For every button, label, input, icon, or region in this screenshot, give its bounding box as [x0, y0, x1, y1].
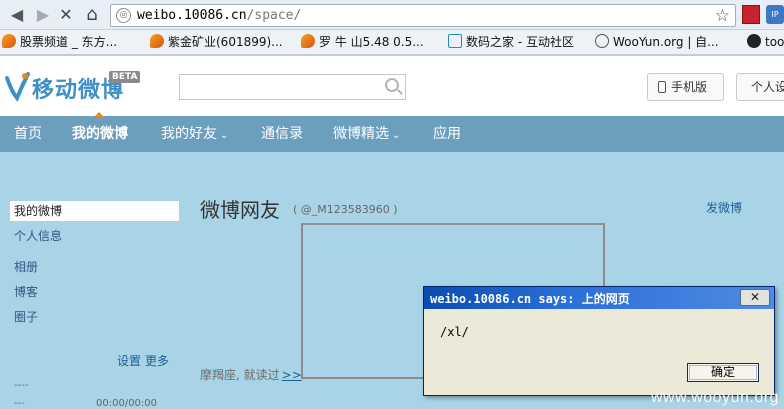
mobile-version-button[interactable]: 手机版: [647, 73, 724, 101]
ok-button[interactable]: 确定: [687, 363, 759, 382]
alert-dialog: weibo.10086.cn says: 上的网页 ✕ /xl/ 确定: [423, 286, 775, 396]
home-bookmark-icon: [448, 34, 462, 48]
sidebar-item-profile[interactable]: 个人信息: [14, 226, 62, 246]
active-nav-indicator: [94, 112, 104, 117]
bookmark-label: 罗 牛 山5.48 0.5...: [319, 35, 424, 49]
flame-icon: [2, 34, 16, 48]
extension-ip-icon[interactable]: IP: [766, 5, 784, 24]
flame-icon: [301, 34, 315, 48]
url-path: /space/: [246, 8, 302, 23]
profile-summary-text: 摩羯座, 就读过: [200, 368, 280, 382]
bookmark-item[interactable]: 罗 牛 山5.48 0.5...: [301, 33, 424, 51]
sidebar-item-circle[interactable]: 圈子: [14, 307, 38, 327]
phone-icon: [658, 81, 666, 93]
bookmark-star-icon[interactable]: ☆: [715, 6, 730, 26]
search-input[interactable]: [179, 74, 406, 100]
address-bar[interactable]: ◎ weibo.10086.cn/space/ ☆: [110, 4, 736, 27]
radiation-icon: [747, 34, 761, 48]
bookmark-item[interactable]: 股票频道 _ 东方...: [2, 33, 117, 51]
sidebar-divider-text: ----: [14, 380, 29, 391]
bookmark-label: WooYun.org | 自...: [613, 35, 719, 49]
nav-contacts[interactable]: 通信录: [261, 116, 303, 152]
sidebar-item-blog[interactable]: 博客: [14, 282, 38, 302]
bookmark-item[interactable]: 紫金矿业(601899)...: [150, 33, 283, 51]
user-nickname: ( @_M123583960 ): [293, 203, 398, 216]
media-time: 00:00/00:00: [96, 398, 158, 409]
main-nav: 首页 我的微博 我的好友 ⌄ 通信录 微博精选 ⌄ 应用: [0, 116, 784, 152]
nav-my-friends[interactable]: 我的好友 ⌄: [161, 116, 228, 152]
dialog-message: /xl/: [440, 325, 469, 339]
url-host: weibo.10086.cn: [137, 8, 247, 23]
nav-my-friends-label: 我的好友: [161, 126, 217, 142]
watermark: www.wooyun.org: [651, 389, 779, 406]
page-globe-icon: ◎: [116, 8, 131, 23]
close-icon[interactable]: ✕: [740, 289, 770, 306]
bookmark-item[interactable]: 数码之家 - 互动社区: [448, 33, 574, 51]
bookmark-label: 紫金矿业(601899)...: [168, 35, 283, 49]
mobile-version-label: 手机版: [671, 80, 708, 94]
nav-featured-label: 微博精选: [333, 126, 389, 142]
nav-featured[interactable]: 微博精选 ⌄: [333, 116, 400, 152]
page-title: 微博网友: [200, 198, 280, 222]
nav-apps[interactable]: 应用: [433, 116, 461, 152]
bookmarks-bar: 股票频道 _ 东方... 紫金矿业(601899)... 罗 牛 山5.48 0…: [0, 30, 784, 55]
nav-my-weibo[interactable]: 我的微博: [72, 116, 128, 152]
stop-icon[interactable]: ✕: [55, 4, 77, 26]
sidebar-divider-text: ---: [14, 398, 25, 409]
back-arrow-icon[interactable]: ◀: [6, 4, 28, 26]
post-weibo-link[interactable]: 发微博: [706, 199, 742, 216]
browser-toolbar: ◀ ▶ ✕ ⌂ ◎ weibo.10086.cn/space/ ☆ IP: [0, 0, 784, 30]
nav-home[interactable]: 首页: [14, 116, 42, 152]
bookmark-label: too: [765, 35, 784, 49]
chevron-down-icon: ⌄: [220, 130, 229, 141]
chevron-down-icon: ⌄: [392, 130, 401, 141]
personal-settings-label: 个人设: [751, 80, 784, 94]
search-icon[interactable]: [385, 78, 399, 92]
sidebar-item-album[interactable]: 相册: [14, 257, 38, 277]
settings-link[interactable]: 设置: [117, 352, 141, 369]
address-text: weibo.10086.cn/space/: [137, 8, 301, 23]
bookmark-label: 数码之家 - 互动社区: [466, 35, 574, 49]
extension-red-icon[interactable]: [742, 5, 760, 24]
dialog-title: weibo.10086.cn says: 上的网页: [430, 292, 630, 306]
globe-icon: [595, 34, 609, 48]
dialog-titlebar[interactable]: weibo.10086.cn says: 上的网页 ✕: [424, 287, 774, 309]
weibo-logo-icon[interactable]: [4, 70, 30, 102]
sidebar-item-my-weibo[interactable]: 我的微博: [10, 201, 179, 221]
profile-summary: 摩羯座, 就读过 >>: [200, 366, 302, 383]
more-link[interactable]: 更多: [145, 352, 169, 369]
profile-more-link[interactable]: >>: [282, 368, 302, 382]
bookmark-item[interactable]: WooYun.org | 自...: [595, 33, 719, 51]
bookmark-item[interactable]: too: [747, 33, 784, 51]
forward-arrow-icon[interactable]: ▶: [32, 4, 54, 26]
flame-icon: [150, 34, 164, 48]
personal-settings-button[interactable]: 个人设: [736, 73, 784, 101]
beta-badge: BETA: [109, 71, 141, 83]
home-icon[interactable]: ⌂: [81, 4, 103, 26]
bookmark-label: 股票频道 _ 东方...: [20, 35, 118, 49]
